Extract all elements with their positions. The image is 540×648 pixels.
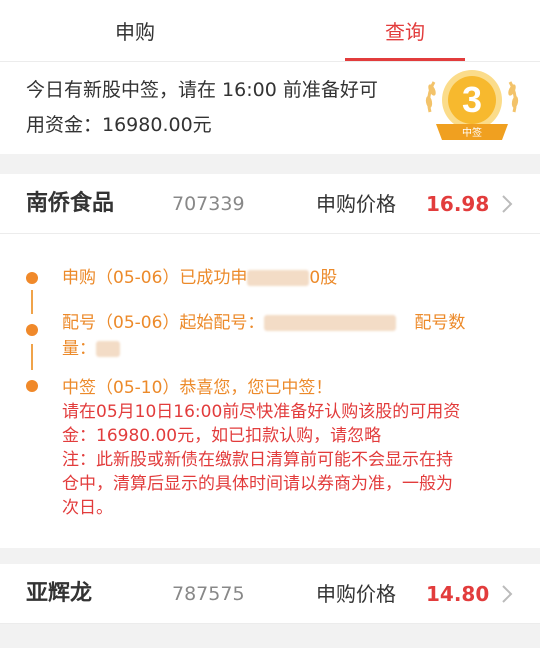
won-line-2: 请在05月10日16:00前尽快准备好认购该股的可用资: [62, 402, 461, 422]
price-label: 申购价格: [316, 582, 396, 606]
stock-name: 亚辉龙: [26, 581, 93, 606]
timeline-connector: [31, 290, 33, 314]
notice-line-2: 用资金：16980.00元: [26, 114, 212, 136]
timeline-connector: [31, 344, 33, 370]
tab-bar: 申购 查询: [0, 0, 540, 62]
timeline-dot: [26, 272, 38, 284]
subscription-timeline: 申购（05-06）已成功申 0股 配号（05-06）起始配号： 配号数 量： 中签（…: [0, 234, 540, 548]
lottery-win-badge-icon: 3 中签: [425, 70, 519, 140]
chevron-right-icon: [502, 195, 513, 213]
section-divider: [0, 154, 540, 174]
stock-code: 707339: [172, 193, 245, 215]
won-note-2: 仓中，清算后显示的具体时间请以券商为准，一般为: [62, 474, 453, 494]
stock-code: 787575: [172, 583, 245, 605]
tab-query[interactable]: 查询: [270, 0, 540, 61]
price-value: 16.98: [426, 192, 490, 216]
stock-row-nanqiao[interactable]: 南侨食品 707339 申购价格 16.98: [0, 174, 540, 234]
won-title: 中签（05-10）恭喜您，您已中签！: [62, 378, 333, 398]
masked-count: [96, 341, 120, 357]
badge-number: 3: [462, 79, 482, 120]
subscribe-suffix: 0股: [309, 268, 338, 288]
badge-label: 中签: [462, 126, 482, 139]
won-note-3: 次日。: [62, 498, 113, 518]
stock-row-yahuilong[interactable]: 亚辉龙 787575 申购价格 14.80: [0, 564, 540, 624]
timeline-dot: [26, 324, 38, 336]
section-divider: [0, 624, 540, 648]
masked-quantity: [247, 270, 310, 286]
timeline-entry-allotment: 配号（05-06）起始配号： 配号数 量：: [62, 310, 517, 362]
allotment-count-cont: 量：: [62, 339, 96, 359]
subscribe-text: 申购（05-06）已成功申: [62, 268, 248, 288]
price-label: 申购价格: [316, 192, 396, 216]
notice-text: 今日有新股中签，请在 16:00 前准备好可 用资金：16980.00元: [26, 73, 418, 143]
timeline-dot: [26, 380, 38, 392]
price-value: 14.80: [426, 582, 490, 606]
chevron-right-icon: [502, 585, 513, 603]
masked-start-number: [264, 315, 397, 331]
allotment-text: 配号（05-06）起始配号：: [62, 313, 265, 333]
won-note-1: 注：此新股或新债在缴款日清算前可能不会显示在持: [62, 450, 453, 470]
won-line-3: 金：16980.00元，如已扣款认购，请忽略: [62, 426, 382, 446]
allotment-count-label: 配号数: [414, 313, 466, 333]
timeline-entry-won: 中签（05-10）恭喜您，您已中签！ 请在05月10日16:00前尽快准备好认购…: [62, 376, 517, 520]
timeline-entry-subscribe: 申购（05-06）已成功申 0股: [62, 267, 517, 289]
notice-line-1: 今日有新股中签，请在 16:00 前准备好可: [26, 79, 378, 101]
tab-subscribe[interactable]: 申购: [0, 0, 270, 61]
stock-name: 南侨食品: [26, 191, 115, 216]
